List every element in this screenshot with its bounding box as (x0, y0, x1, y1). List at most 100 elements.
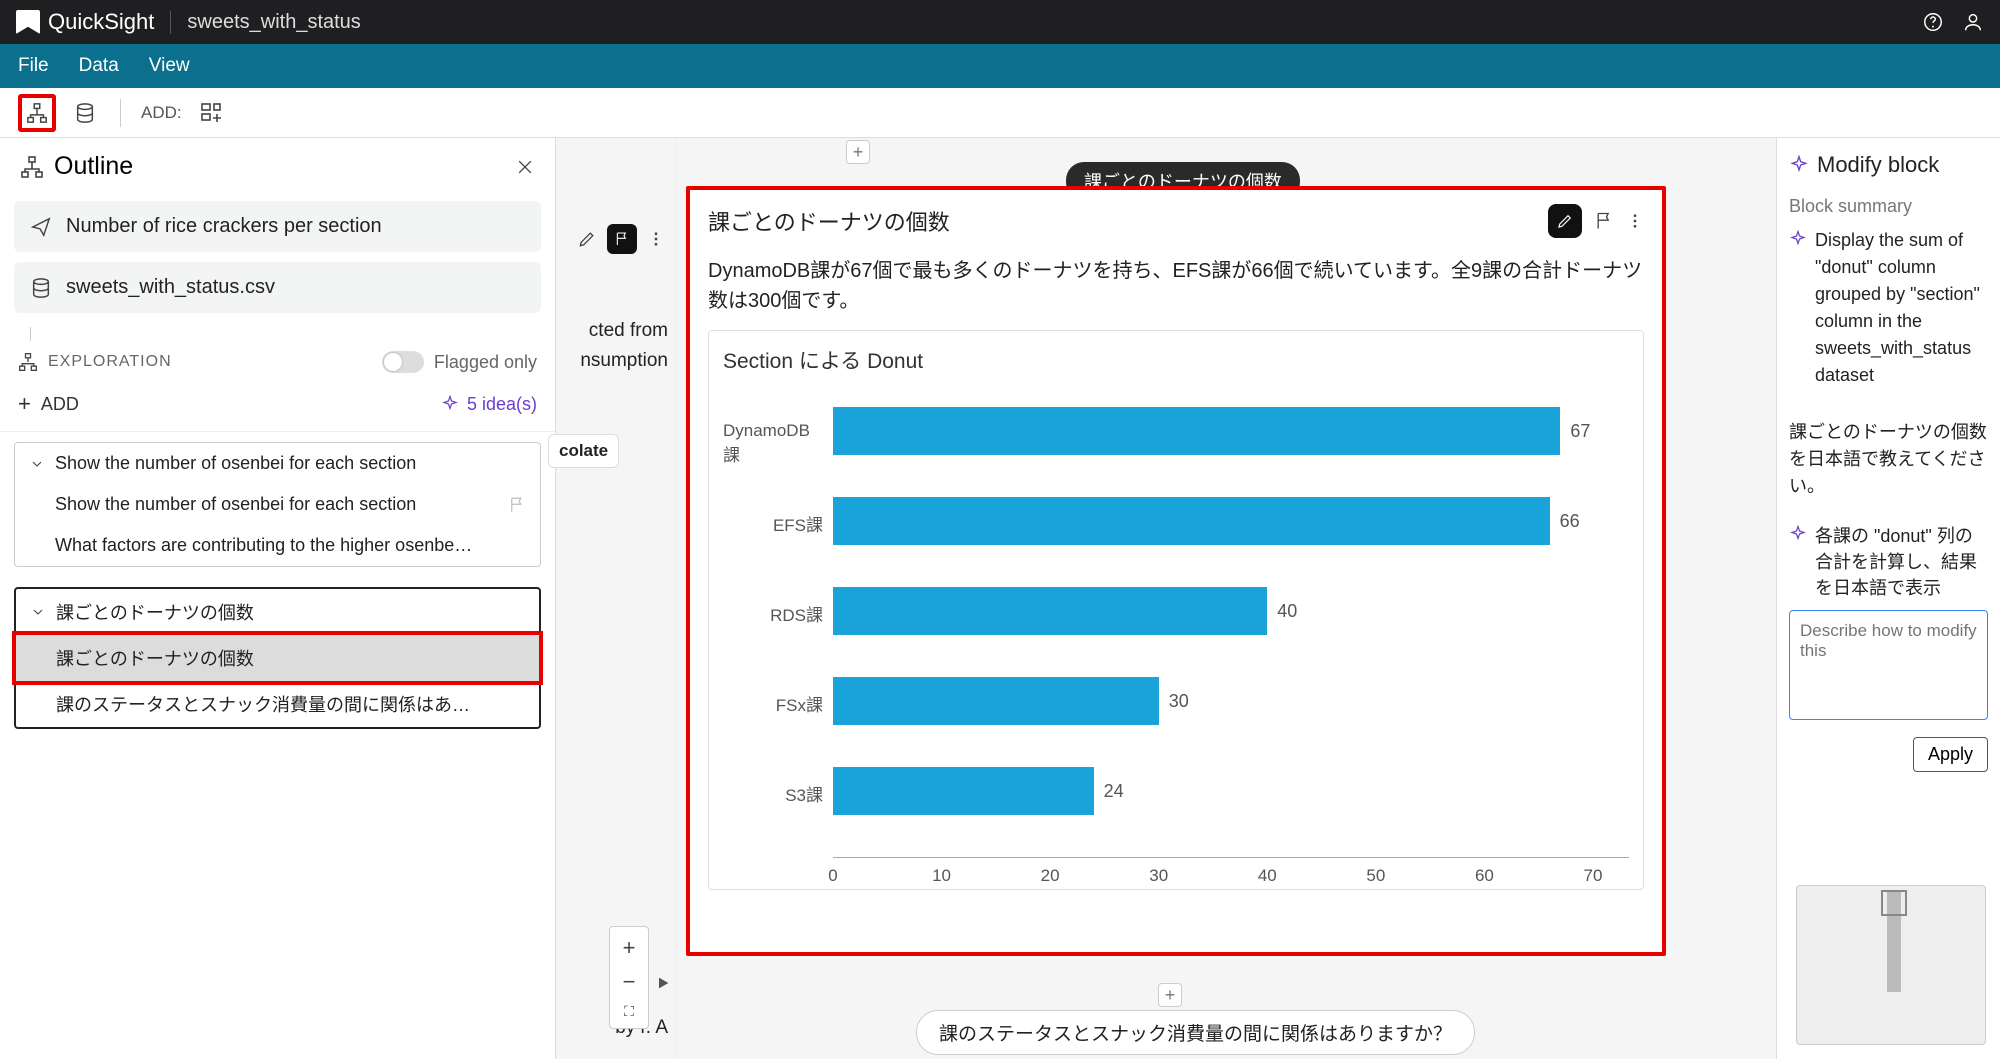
chart-category-label: EFS課 (773, 511, 823, 536)
outline-sidebar: Outline Number of rice crackers per sect… (0, 138, 556, 1059)
edit-icon[interactable] (577, 229, 597, 249)
flagged-only-label: Flagged only (434, 352, 537, 373)
chart-bar-value: 24 (1104, 781, 1124, 802)
chart-category-label: RDS課 (770, 601, 823, 626)
outline-group-header[interactable]: Show the number of osenbei for each sect… (15, 443, 540, 484)
chart-summary-text: DynamoDB課が67個で最も多くのドーナツを持ち、EFS課が66個で続いてい… (708, 256, 1644, 316)
outline-dataset-item[interactable]: sweets_with_status.csv (14, 262, 541, 313)
menu-data[interactable]: Data (79, 55, 119, 77)
chart-x-tick: 40 (1258, 866, 1277, 886)
play-icon[interactable] (655, 975, 671, 991)
outline-group-header[interactable]: 課ごとのドーナツの個数 (16, 589, 539, 635)
sitemap-icon (26, 102, 48, 124)
chart-x-tick: 30 (1149, 866, 1168, 886)
outline-group-donuts: 課ごとのドーナツの個数 課ごとのドーナツの個数 課のステータスとスナック消費量の… (14, 587, 541, 729)
ideas-button[interactable]: 5 idea(s) (441, 394, 537, 415)
chart-category-label: DynamoDB課 (723, 421, 823, 466)
menu-file[interactable]: File (18, 55, 49, 77)
chart-bar[interactable] (833, 587, 1267, 635)
suggestion-pill[interactable]: 課のステータスとスナック消費量の間に関係はありますか？ (916, 1010, 1475, 1055)
outline-toggle-button[interactable] (18, 94, 56, 132)
chart-category-label: S3課 (785, 781, 823, 806)
outline-item[interactable]: Show the number of osenbei for each sect… (15, 484, 540, 525)
chart-x-tick: 50 (1366, 866, 1385, 886)
right-panel-title: Modify block (1817, 152, 1939, 178)
outline-group-osenbei: Show the number of osenbei for each sect… (14, 442, 541, 567)
flag-icon[interactable] (1594, 211, 1614, 231)
add-block-icon (199, 101, 223, 125)
apply-button[interactable]: Apply (1913, 737, 1988, 772)
help-icon[interactable] (1922, 11, 1944, 33)
add-block-button[interactable] (192, 94, 230, 132)
chart-bar-value: 66 (1560, 511, 1580, 532)
flag-icon[interactable] (508, 496, 526, 514)
zoom-out-button[interactable]: − (623, 965, 636, 999)
close-icon[interactable] (515, 157, 535, 177)
data-button[interactable] (66, 94, 104, 132)
app-logo[interactable]: QuickSight (16, 9, 154, 35)
chart-block[interactable]: 課ごとのドーナツの個数 DynamoDB課が67個で最も多くのドーナツを持ち、E… (686, 186, 1666, 956)
chart-bar-value: 67 (1570, 421, 1590, 442)
partial-canvas-left: cted from nsumption colate by r. A + − ⛶ (556, 138, 676, 1059)
edit-icon (1556, 212, 1574, 230)
zoom-controls: + − ⛶ (609, 926, 649, 1029)
edit-block-button[interactable] (1548, 204, 1582, 238)
minimap[interactable] (1796, 885, 1986, 1045)
chart-x-tick: 20 (1041, 866, 1060, 886)
exploration-label: EXPLORATION (48, 353, 172, 371)
outline-item[interactable]: 課のステータスとスナック消費量の間に関係はありますか？ (16, 681, 539, 727)
outline-dataset-label: sweets_with_status.csv (66, 276, 275, 299)
partial-chip: colate (548, 434, 619, 468)
block-summary-label: Block summary (1789, 196, 1988, 217)
menu-view[interactable]: View (149, 55, 190, 77)
zoom-fit-button[interactable]: ⛶ (624, 999, 634, 1024)
sparkle-icon (1789, 155, 1809, 175)
add-above-button[interactable]: + (846, 140, 870, 164)
chart-x-tick: 0 (828, 866, 837, 886)
add-exploration-button[interactable]: + ADD (18, 391, 79, 417)
chevron-down-icon (30, 604, 46, 620)
sitemap-icon (18, 352, 38, 372)
chart-y-axis: DynamoDB課 EFS課 RDS課 FSx課 S3課 (723, 387, 833, 857)
flag-icon (614, 231, 630, 247)
partial-text: cted from (548, 320, 668, 342)
sparkle-icon (1789, 230, 1807, 248)
rp-question-2: 各課の "donut" 列の合計を計算し、結果を日本語で表示 (1815, 522, 1988, 600)
chart-bar-value: 30 (1169, 691, 1189, 712)
quicksight-logo-icon (16, 10, 40, 34)
database-icon (30, 277, 52, 299)
chart-subtitle: Section による Donut (723, 345, 1629, 375)
modify-description-input[interactable] (1789, 610, 1988, 720)
chart-category-label: FSx課 (776, 691, 823, 716)
chart-bar[interactable] (833, 677, 1159, 725)
chart-bar-value: 40 (1277, 601, 1297, 622)
chart-x-tick: 60 (1475, 866, 1494, 886)
sparkle-icon (441, 395, 459, 413)
outline-root-item[interactable]: Number of rice crackers per section (14, 201, 541, 252)
send-icon (30, 216, 52, 238)
add-below-button[interactable]: + (1158, 983, 1182, 1007)
partial-text: by r. A (548, 1017, 668, 1039)
more-vertical-icon[interactable] (647, 230, 665, 248)
chart-container: Section による Donut DynamoDB課 EFS課 RDS課 FSx課 S… (708, 330, 1644, 890)
database-icon (74, 102, 96, 124)
chart-bar[interactable] (833, 497, 1550, 545)
chart-bar[interactable] (833, 407, 1560, 455)
chart-x-tick: 70 (1584, 866, 1603, 886)
chart-plot-area: 67 66 40 30 24 (833, 387, 1629, 857)
partial-text: nsumption (548, 350, 668, 372)
user-icon[interactable] (1962, 11, 1984, 33)
outline-item[interactable]: What factors are contributing to the hig… (15, 525, 540, 566)
outline-root-label: Number of rice crackers per section (66, 215, 382, 238)
modify-block-panel: Modify block Block summary Display the s… (1776, 138, 2000, 1059)
more-vertical-icon[interactable] (1626, 212, 1644, 230)
outline-item-selected[interactable]: 課ごとのドーナツの個数 (16, 635, 539, 681)
canvas-area[interactable]: + 課ごとのドーナツの個数 課ごとのドーナツの個数 DynamoDB課が67個で… (676, 138, 1776, 1059)
app-topbar: QuickSight sweets_with_status (0, 0, 2000, 44)
zoom-in-button[interactable]: + (623, 931, 636, 965)
flag-button[interactable] (607, 224, 637, 254)
ideas-label: 5 idea(s) (467, 394, 537, 415)
flagged-only-toggle[interactable] (382, 351, 424, 373)
app-name: QuickSight (48, 9, 154, 35)
chart-bar[interactable] (833, 767, 1094, 815)
